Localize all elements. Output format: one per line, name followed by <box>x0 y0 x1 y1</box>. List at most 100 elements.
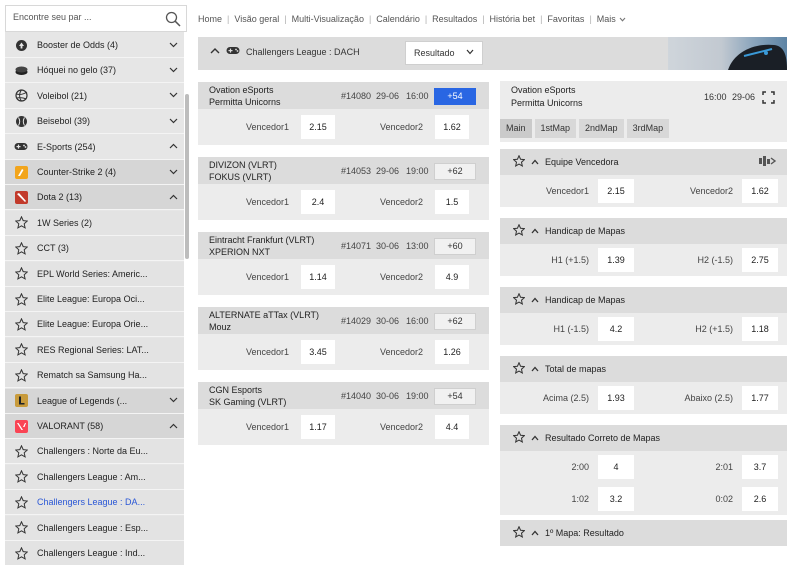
chevron-down-icon[interactable] <box>162 167 184 178</box>
star-icon[interactable] <box>5 470 37 484</box>
star-icon[interactable] <box>5 368 37 382</box>
chevron-up-icon[interactable] <box>162 421 184 432</box>
promo-banner[interactable] <box>668 37 787 70</box>
star-icon[interactable] <box>512 430 526 445</box>
winner1-odd-button[interactable]: 1.14 <box>301 265 335 289</box>
sidebar-item[interactable]: Voleibol (21) <box>5 83 184 109</box>
nav-link[interactable]: Multi-Visualização <box>292 14 364 24</box>
nav-link[interactable]: História bet <box>490 14 536 24</box>
match-header[interactable]: Eintracht Frankfurt (VLRT) XPERION NXT #14… <box>198 232 489 259</box>
market-select[interactable]: Resultado <box>405 41 483 65</box>
sidebar-item[interactable]: Challengers League : DA... <box>5 490 184 516</box>
star-icon[interactable] <box>5 546 37 560</box>
match-header[interactable]: Ovation eSports Permitta Unicorns #14080 29… <box>198 82 489 109</box>
nav-link[interactable]: Mais <box>597 14 616 24</box>
match-header[interactable]: CGN Esports SK Gaming (VLRT) #14040 30-06 19… <box>198 382 489 409</box>
odd-button[interactable]: 1.77 <box>742 386 778 410</box>
sidebar-item[interactable]: Counter-Strike 2 (4) <box>5 160 184 185</box>
market-header[interactable]: Handicap de Mapas <box>500 287 787 313</box>
sidebar-item[interactable]: RES Regional Series: LAT... <box>5 337 184 363</box>
sidebar-item[interactable]: Challengers League : Ind... <box>5 541 184 565</box>
star-icon[interactable] <box>512 361 526 376</box>
more-markets-button[interactable]: +62 <box>434 313 476 330</box>
sidebar-scrollbar[interactable] <box>185 94 189 259</box>
collapse-icon[interactable] <box>210 47 220 57</box>
star-icon[interactable] <box>5 343 37 357</box>
sidebar-item[interactable]: Dota 2 (13) <box>5 185 184 211</box>
sidebar-item[interactable]: CCT (3) <box>5 236 184 262</box>
nav-link[interactable]: Favoritas <box>547 14 584 24</box>
winner1-odd-button[interactable]: 3.45 <box>301 340 335 364</box>
more-markets-button[interactable]: +54 <box>434 388 476 405</box>
winner1-odd-button[interactable]: 2.15 <box>301 115 335 139</box>
nav-link[interactable]: Calendário <box>376 14 420 24</box>
star-icon[interactable] <box>5 292 37 306</box>
event-tab[interactable]: 1stMap <box>534 119 577 138</box>
sidebar-item[interactable]: 1W Series (2) <box>5 210 184 236</box>
sidebar-item[interactable]: E-Sports (254) <box>5 134 184 160</box>
chevron-up-icon[interactable] <box>162 192 184 203</box>
odd-button[interactable]: 2.15 <box>598 179 634 203</box>
odd-button[interactable]: 1.93 <box>598 386 634 410</box>
odd-button[interactable]: 3.7 <box>742 455 778 479</box>
match-card[interactable]: DIVIZON (VLRT) FOKUS (VLRT) #14053 29-06 19:… <box>198 157 489 220</box>
chevron-up-icon[interactable] <box>531 364 539 374</box>
match-card[interactable]: ALTERNATE aTTax (VLRT) Mouz #14029 30-06 16:… <box>198 307 489 370</box>
winner1-odd-button[interactable]: 2.4 <box>301 190 335 214</box>
winner2-odd-button[interactable]: 1.62 <box>435 115 469 139</box>
match-header[interactable]: DIVIZON (VLRT) FOKUS (VLRT) #14053 29-06 19:… <box>198 157 489 184</box>
star-icon[interactable] <box>5 495 37 509</box>
odd-button[interactable]: 1.39 <box>598 248 634 272</box>
star-icon[interactable] <box>5 444 37 458</box>
sidebar-item[interactable]: Booster de Odds (4) <box>5 33 184 58</box>
market-header[interactable]: Resultado Correto de Mapas <box>500 425 787 451</box>
chevron-down-icon[interactable] <box>162 40 184 51</box>
match-card[interactable]: Eintracht Frankfurt (VLRT) XPERION NXT #14… <box>198 232 489 295</box>
nav-link[interactable]: Resultados <box>432 14 477 24</box>
market-header[interactable]: Handicap de Mapas <box>500 218 787 244</box>
chevron-up-icon[interactable] <box>531 226 539 236</box>
chevron-down-icon[interactable] <box>162 65 184 76</box>
more-markets-button[interactable]: +60 <box>434 238 476 255</box>
sidebar-item[interactable]: Elite League: Europa Orie... <box>5 312 184 338</box>
sidebar-item[interactable]: EPL World Series: Americ... <box>5 261 184 287</box>
star-icon[interactable] <box>5 521 37 535</box>
odd-button[interactable]: 2.6 <box>742 487 778 511</box>
event-tab[interactable]: 3rdMap <box>626 119 670 138</box>
chevron-down-icon[interactable] <box>619 14 626 24</box>
sidebar-item[interactable]: Hóquei no gelo (37) <box>5 58 184 84</box>
sidebar-item[interactable]: Challengers League : Esp... <box>5 515 184 541</box>
chevron-up-icon[interactable] <box>162 141 184 152</box>
nav-link[interactable]: Home <box>198 14 222 24</box>
star-icon[interactable] <box>512 292 526 307</box>
star-icon[interactable] <box>5 216 37 230</box>
winner1-odd-button[interactable]: 1.17 <box>301 415 335 439</box>
winner2-odd-button[interactable]: 1.5 <box>435 190 469 214</box>
search-input[interactable] <box>13 12 153 22</box>
match-header[interactable]: ALTERNATE aTTax (VLRT) Mouz #14029 30-06 16:… <box>198 307 489 334</box>
sidebar-item[interactable]: Beisebol (39) <box>5 109 184 135</box>
star-icon[interactable] <box>512 154 526 169</box>
chevron-down-icon[interactable] <box>162 90 184 101</box>
chevron-down-icon[interactable] <box>162 395 184 406</box>
star-icon[interactable] <box>5 241 37 255</box>
fullscreen-icon[interactable] <box>762 91 775 104</box>
more-markets-button[interactable]: +54 <box>434 88 476 105</box>
sidebar-item[interactable]: Rematch sa Samsung Ha... <box>5 363 184 389</box>
odd-button[interactable]: 1.62 <box>742 179 778 203</box>
stats-icon[interactable] <box>759 156 777 168</box>
odd-button[interactable]: 1.18 <box>742 317 778 341</box>
sidebar-item[interactable]: VALORANT (58) <box>5 414 184 439</box>
odd-button[interactable]: 4.2 <box>598 317 634 341</box>
star-icon[interactable] <box>512 525 526 540</box>
market-header[interactable]: 1º Mapa: Resultado <box>500 520 787 546</box>
more-markets-button[interactable]: +62 <box>434 163 476 180</box>
star-icon[interactable] <box>5 267 37 281</box>
winner2-odd-button[interactable]: 1.26 <box>435 340 469 364</box>
sidebar-item[interactable]: Elite League: Europa Oci... <box>5 287 184 312</box>
event-tab[interactable]: 2ndMap <box>579 119 624 138</box>
odd-button[interactable]: 2.75 <box>742 248 778 272</box>
nav-link[interactable]: Visão geral <box>234 14 279 24</box>
event-tab[interactable]: Main <box>500 119 532 138</box>
winner2-odd-button[interactable]: 4.4 <box>435 415 469 439</box>
